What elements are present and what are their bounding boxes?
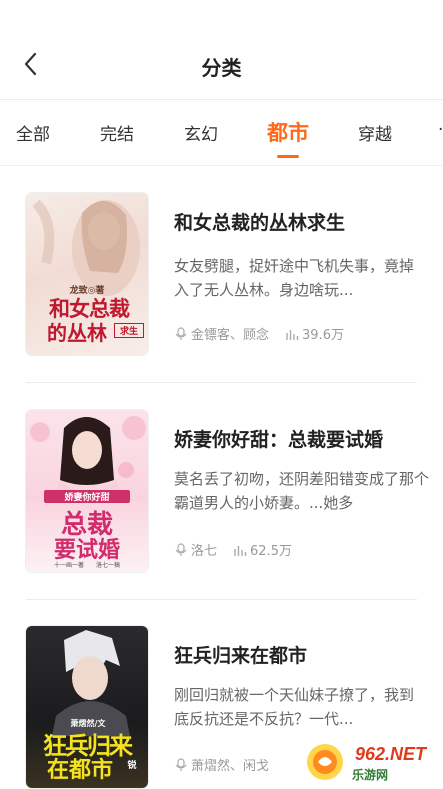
tab-completed[interactable]: 完结 xyxy=(100,120,134,145)
book-meta: 萧熠然、闲戈 xyxy=(174,755,269,774)
tab-urban[interactable]: 都市 xyxy=(267,117,309,147)
book-description: 女友劈腿，捉奸途中飞机失事，竟掉入了无人丛林。身边啥玩... xyxy=(174,257,415,299)
book-title[interactable]: 和女总裁的丛林求生 xyxy=(174,208,345,235)
book-cover[interactable]: 娇妻你好甜 总裁 要试婚 十一画一著 洛七一稿 xyxy=(26,410,148,572)
author-icon xyxy=(174,542,188,557)
tab-more-partial[interactable]: · xyxy=(438,120,443,140)
book-list-item[interactable]: 娇妻你好甜 总裁 要试婚 十一画一著 洛七一稿 娇妻你好甜：总裁要试婚 莫名丢了… xyxy=(0,383,443,600)
book-cover[interactable]: 龙致◎著 和女总裁 的丛林 求生 xyxy=(26,193,148,355)
popularity-icon xyxy=(285,327,299,341)
category-tabs: 全部 完结 玄幻 都市 穿越 · xyxy=(0,100,443,166)
book-description: 刚回归就被一个天仙妹子撩了，我到底反抗还是不反抗？一代... xyxy=(174,686,415,728)
author-icon xyxy=(174,757,188,772)
book-list-item[interactable]: 龙致◎著 和女总裁 的丛林 求生 和女总裁的丛林求生 女友劈腿，捉奸途中飞机失事… xyxy=(0,166,443,383)
cover-tag-text: 求生 xyxy=(114,323,144,338)
book-title[interactable]: 娇妻你好甜：总裁要试婚 xyxy=(174,425,383,452)
book-title[interactable]: 狂兵归来在都市 xyxy=(174,641,307,668)
page-title: 分类 xyxy=(201,56,242,80)
cover-tag-text: 锐 xyxy=(127,761,137,771)
tab-all[interactable]: 全部 xyxy=(16,120,50,145)
cover-title-text: 的丛林 xyxy=(47,321,107,345)
active-tab-indicator xyxy=(277,155,299,158)
book-popularity: 39.6万 xyxy=(302,328,344,343)
book-authors: 金镖客、顾念 xyxy=(191,328,270,343)
tab-time-travel[interactable]: 穿越 xyxy=(358,120,392,145)
cover-tag-text: 娇妻你好甜 xyxy=(44,490,130,503)
book-authors: 萧熠然、闲戈 xyxy=(191,759,270,774)
book-authors: 洛七 xyxy=(191,544,218,559)
book-cover[interactable]: 萧熠然/文 狂兵归来 在都市 锐 xyxy=(26,626,148,788)
book-meta: 金镖客、顾念 39.6万 xyxy=(174,324,344,343)
author-icon xyxy=(174,326,188,341)
popularity-icon xyxy=(233,543,247,557)
book-description: 莫名丢了初吻，还阴差阳错变成了那个霸道男人的小娇妻。...她多 xyxy=(174,470,430,512)
book-meta: 洛七 62.5万 xyxy=(174,540,292,559)
cover-author-text: 十一画一著 洛七一稿 xyxy=(53,562,120,569)
watermark-sub: 乐游网 xyxy=(352,768,389,782)
watermark-brand: 962.NET xyxy=(355,744,427,764)
cover-title-text: 在都市 xyxy=(46,757,113,783)
tab-fantasy[interactable]: 玄幻 xyxy=(184,120,218,145)
header-bar: 分类 xyxy=(0,0,443,100)
book-popularity: 62.5万 xyxy=(250,544,292,559)
